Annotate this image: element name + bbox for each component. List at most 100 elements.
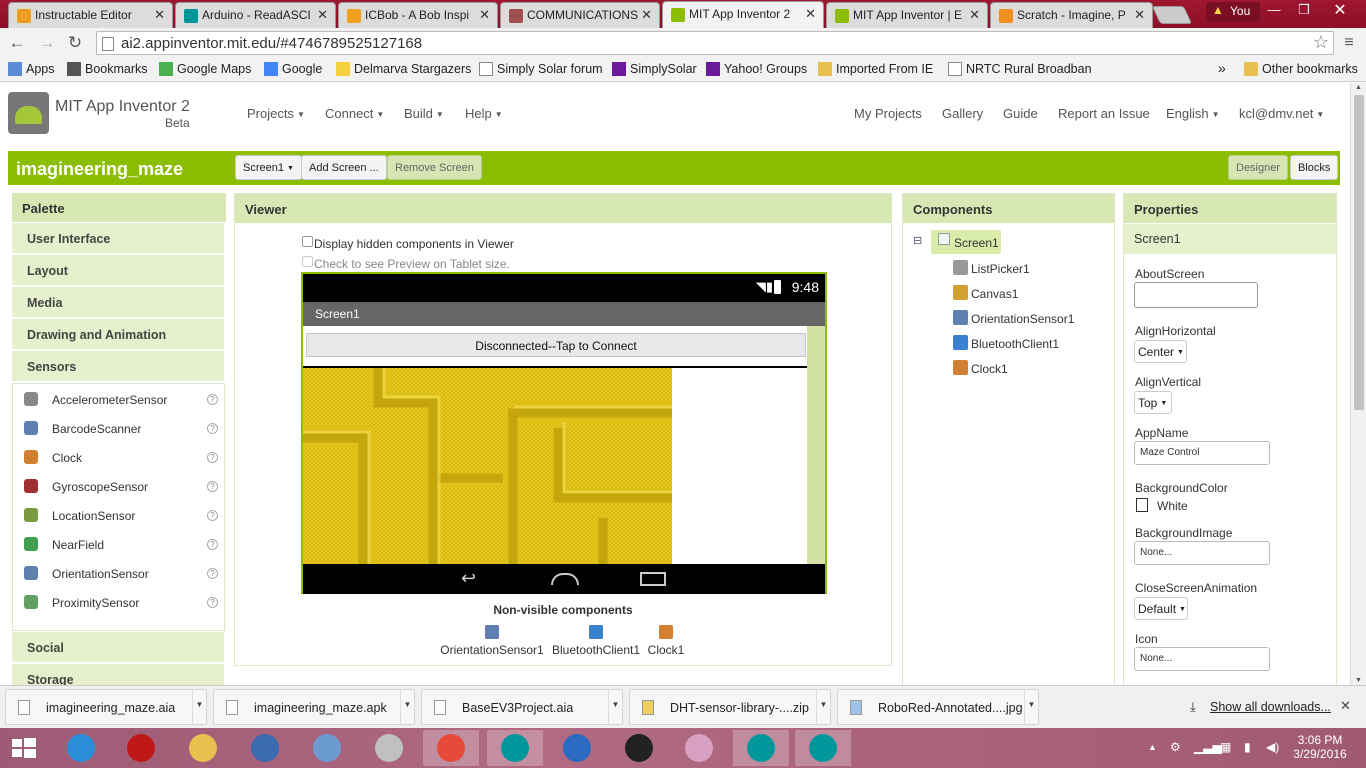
scroll-down-icon[interactable]: ▼ bbox=[1355, 677, 1362, 684]
tree-item-bluetoothclient1[interactable]: BluetoothClient1 bbox=[953, 335, 1059, 351]
prop-icon-picker[interactable]: None... bbox=[1134, 647, 1270, 671]
taskbar-app-p-app[interactable] bbox=[611, 730, 667, 766]
tray-overflow-icon[interactable]: ▲ bbox=[1148, 742, 1157, 752]
palette-item-proximitysensor[interactable]: ProximitySensor? bbox=[14, 588, 224, 617]
help-icon[interactable]: ? bbox=[207, 568, 218, 579]
taskbar-app-notepad-app[interactable] bbox=[299, 730, 355, 766]
download-options-button[interactable]: ▼ bbox=[192, 690, 206, 724]
forward-button[interactable]: → bbox=[36, 32, 58, 54]
palette-item-gyroscopesensor[interactable]: GyroscopeSensor? bbox=[14, 472, 224, 501]
battery-tray-icon[interactable]: ▮ bbox=[1244, 740, 1251, 754]
bookmark-simply-solar-forum[interactable]: Simply Solar forum bbox=[479, 62, 603, 76]
bookmark-apps[interactable]: Apps bbox=[8, 62, 55, 76]
bookmark-bookmarks[interactable]: Bookmarks bbox=[67, 62, 148, 76]
taskbar-app-arduino[interactable] bbox=[795, 730, 851, 766]
address-bar[interactable]: ai2.appinventor.mit.edu/#474678952512716… bbox=[96, 31, 1334, 55]
show-all-downloads-link[interactable]: Show all downloads... bbox=[1210, 700, 1331, 714]
minimize-button[interactable]: — bbox=[1262, 2, 1286, 20]
tree-item-clock1[interactable]: Clock1 bbox=[953, 360, 1008, 376]
tree-item-listpicker1[interactable]: ListPicker1 bbox=[953, 260, 1030, 276]
color-swatch[interactable] bbox=[1136, 498, 1148, 512]
taskbar-app-chrome[interactable] bbox=[423, 730, 479, 766]
designer-button[interactable]: Designer bbox=[1228, 155, 1289, 180]
tab-close-icon[interactable]: ✕ bbox=[969, 7, 980, 23]
help-icon[interactable]: ? bbox=[207, 481, 218, 492]
palette-item-locationsensor[interactable]: LocationSensor? bbox=[14, 501, 224, 530]
nonvisible-clock1[interactable]: Clock1 bbox=[606, 623, 726, 657]
taskbar-app-paint[interactable] bbox=[671, 730, 727, 766]
new-tab-button[interactable] bbox=[1151, 6, 1193, 24]
tab-close-icon[interactable]: ✕ bbox=[479, 7, 490, 23]
prop-aboutscreen-textarea[interactable] bbox=[1134, 282, 1258, 308]
browser-tab[interactable]: MIT App Inventor | E ✕ bbox=[826, 2, 988, 28]
bookmarks-overflow-button[interactable]: » bbox=[1218, 60, 1226, 76]
bookmark-google-maps[interactable]: Google Maps bbox=[159, 62, 251, 76]
download-item-baseev3project-aia[interactable]: BaseEV3Project.aia ▼ bbox=[421, 689, 623, 725]
download-item-robored-annotated-jpg[interactable]: RoboRed-Annotated....jpg ▼ bbox=[837, 689, 1039, 725]
prop-backgroundimage-picker[interactable]: None... bbox=[1134, 541, 1270, 565]
profile-button[interactable]: ▲ You bbox=[1206, 2, 1261, 22]
add-screen-button[interactable]: Add Screen ... bbox=[301, 155, 387, 180]
taskbar-app-power-app[interactable] bbox=[113, 730, 169, 766]
palette-item-nearfield[interactable]: NearField? bbox=[14, 530, 224, 559]
link-report-issue[interactable]: Report an Issue bbox=[1058, 106, 1150, 121]
back-button[interactable]: ← bbox=[6, 32, 28, 54]
menu-build[interactable]: Build ▼ bbox=[404, 106, 444, 121]
tree-item-orientationsensor1[interactable]: OrientationSensor1 bbox=[953, 310, 1074, 326]
tab-close-icon[interactable]: ✕ bbox=[641, 7, 652, 23]
account-menu[interactable]: kcl@dmv.net ▼ bbox=[1239, 106, 1324, 121]
download-options-button[interactable]: ▼ bbox=[400, 690, 414, 724]
palette-item-orientationsensor[interactable]: OrientationSensor? bbox=[14, 559, 224, 588]
taskbar-app-calculator[interactable] bbox=[361, 730, 417, 766]
browser-tab[interactable]: Scratch - Imagine, P ✕ bbox=[990, 2, 1153, 28]
bookmark-star-icon[interactable]: ☆ bbox=[1313, 32, 1329, 53]
prop-alignhorizontal-dropdown[interactable]: Center ▼ bbox=[1134, 340, 1187, 363]
close-downloads-icon[interactable]: ✕ bbox=[1340, 698, 1351, 714]
taskbar-app-thunderbird[interactable] bbox=[237, 730, 293, 766]
taskbar-app-c-app[interactable] bbox=[549, 730, 605, 766]
prop-alignvertical-dropdown[interactable]: Top ▼ bbox=[1134, 391, 1172, 414]
browser-tab[interactable]: Instructable Editor ✕ bbox=[8, 2, 173, 28]
tray-app-icon[interactable]: ⚙ bbox=[1170, 740, 1181, 754]
reload-button[interactable]: ↻ bbox=[64, 32, 86, 54]
menu-connect[interactable]: Connect ▼ bbox=[325, 106, 384, 121]
browser-tab[interactable]: MIT App Inventor 2 ✕ bbox=[662, 1, 824, 28]
prop-closescreenanimation-dropdown[interactable]: Default ▼ bbox=[1134, 597, 1188, 620]
hidden-components-checkbox[interactable] bbox=[302, 236, 313, 247]
download-item-imagineering-maze-aia[interactable]: imagineering_maze.aia ▼ bbox=[5, 689, 207, 725]
taskbar-app-arduino[interactable] bbox=[733, 730, 789, 766]
download-item-imagineering-maze-apk[interactable]: imagineering_maze.apk ▼ bbox=[213, 689, 415, 725]
palette-item-clock[interactable]: Clock? bbox=[14, 443, 224, 472]
taskbar-app-file-explorer[interactable] bbox=[175, 730, 231, 766]
help-icon[interactable]: ? bbox=[207, 510, 218, 521]
page-scrollbar-thumb[interactable] bbox=[1354, 95, 1364, 410]
palette-category-sensors[interactable]: Sensors bbox=[12, 351, 224, 382]
palette-category-storage[interactable]: Storage bbox=[12, 664, 224, 685]
download-options-button[interactable]: ▼ bbox=[608, 690, 622, 724]
network-icon[interactable]: ▦ bbox=[1220, 740, 1231, 754]
link-gallery[interactable]: Gallery bbox=[942, 106, 983, 121]
taskbar-app-arduino[interactable] bbox=[487, 730, 543, 766]
help-icon[interactable]: ? bbox=[207, 452, 218, 463]
bookmark-nrtc-rural-broadban[interactable]: NRTC Rural Broadban bbox=[948, 62, 1092, 76]
menu-projects[interactable]: Projects ▼ bbox=[247, 106, 305, 121]
canvas-maze-image[interactable] bbox=[303, 368, 672, 564]
download-options-button[interactable]: ▼ bbox=[1024, 690, 1038, 724]
tab-close-icon[interactable]: ✕ bbox=[805, 6, 816, 22]
app-inventor-logo[interactable] bbox=[8, 92, 49, 134]
palette-category-media[interactable]: Media bbox=[12, 287, 224, 318]
language-menu[interactable]: English ▼ bbox=[1166, 106, 1220, 121]
network-bars-icon[interactable]: ▁▃▅ bbox=[1194, 740, 1222, 754]
start-button[interactable] bbox=[0, 730, 48, 766]
tree-item-screen1[interactable]: Screen1 bbox=[931, 230, 1001, 254]
help-icon[interactable]: ? bbox=[207, 394, 218, 405]
bookmark-simplysolar[interactable]: SimplySolar bbox=[612, 62, 697, 76]
chrome-menu-icon[interactable]: ≡ bbox=[1338, 32, 1360, 54]
download-options-button[interactable]: ▼ bbox=[816, 690, 830, 724]
page-scrollbar[interactable]: ▲ ▼ bbox=[1350, 83, 1366, 685]
palette-category-drawing-animation[interactable]: Drawing and Animation bbox=[12, 319, 224, 350]
bookmark-yahoo-groups[interactable]: Yahoo! Groups bbox=[706, 62, 807, 76]
tab-close-icon[interactable]: ✕ bbox=[317, 7, 328, 23]
tablet-preview-checkbox[interactable] bbox=[302, 256, 313, 267]
palette-category-layout[interactable]: Layout bbox=[12, 255, 224, 286]
